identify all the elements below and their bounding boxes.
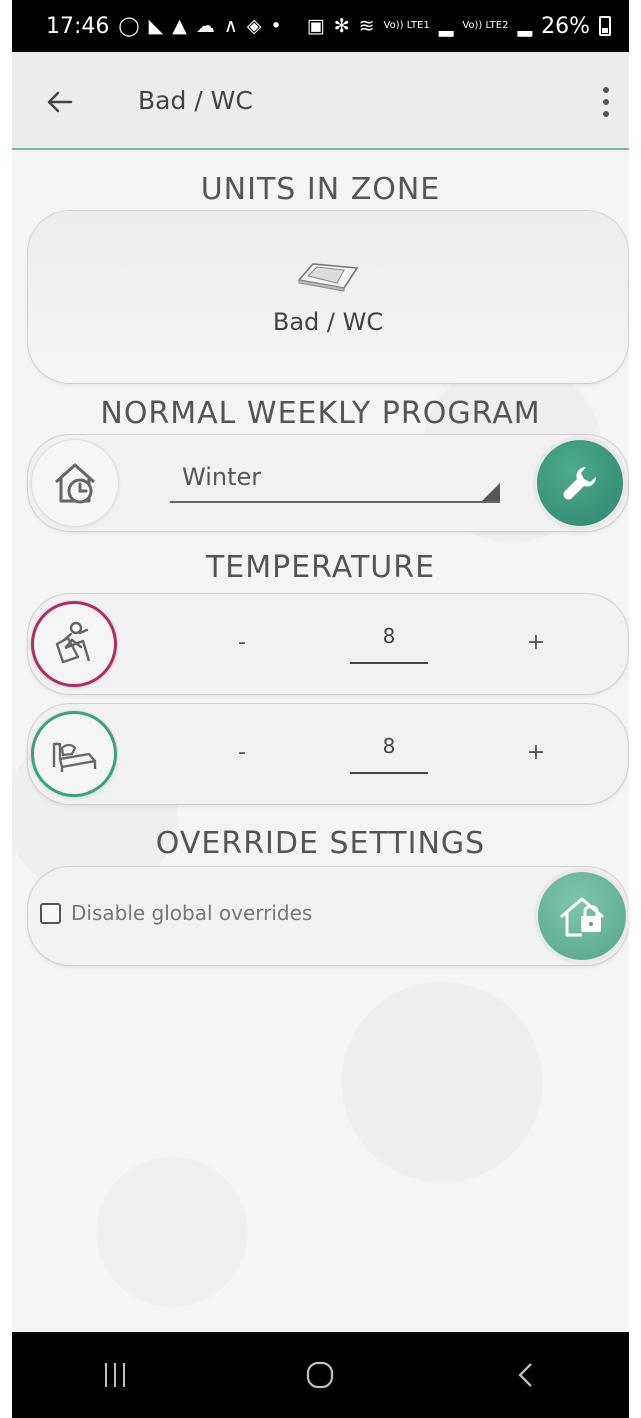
night-temperature-card: - 8 + (28, 704, 628, 804)
layers-icon: ◈ (246, 14, 262, 37)
whatsapp-icon: ◯ (118, 14, 140, 37)
back-button[interactable] (40, 82, 80, 122)
night-temperature-input[interactable]: 8 (350, 730, 428, 774)
unit-label: Bad / WC (272, 308, 384, 336)
bell-icon: ▲ (172, 14, 187, 37)
wrench-icon (563, 467, 596, 500)
app-screen: Bad / WC UNITS IN ZONE Bad / WC NORMAL W… (12, 52, 629, 1332)
status-left: 17:46 ◯ ◣ ▲ ☁ ∧ ◈ • (46, 14, 282, 39)
cloud-icon: ☁ (195, 14, 215, 37)
disable-overrides-row[interactable]: Disable global overrides (40, 901, 312, 925)
page-title: Bad / WC (138, 86, 253, 115)
weekly-program-value: Winter (182, 463, 262, 491)
status-bar: 17:46 ◯ ◣ ▲ ☁ ∧ ◈ • ▣ ✻ ≋ Vo)) LTE1 ▂ Vo… (12, 0, 629, 52)
status-time: 17:46 (46, 13, 110, 39)
battery-percent: 26% (541, 13, 590, 39)
volte1-label: Vo)) LTE1 (383, 20, 430, 31)
bed-icon (52, 742, 97, 772)
comfort-increase-button[interactable]: + (516, 622, 556, 662)
menu-dot-icon (603, 99, 609, 105)
signal-bars-icon: ▂ (517, 14, 533, 37)
dropdown-corner-icon (482, 483, 500, 501)
override-section-title: OVERRIDE SETTINGS (155, 826, 486, 861)
status-right: ▣ ✻ ≋ Vo)) LTE1 ▂ Vo)) LTE2 ▂ 26% (307, 14, 611, 39)
arrow-left-icon (47, 91, 73, 113)
program-section-title: NORMAL WEEKLY PROGRAM (100, 396, 541, 431)
night-icon-circle (31, 711, 117, 797)
program-card: Winter (28, 435, 628, 531)
relax-chair-icon (55, 621, 91, 664)
battery-icon (599, 16, 611, 36)
comfort-temperature-card: - 8 + (28, 594, 628, 694)
signal-wave-icon: ∧ (223, 14, 238, 37)
program-settings-button[interactable] (537, 440, 623, 526)
signal-bars-icon: ▂ (438, 14, 454, 37)
sail-icon: ◣ (148, 14, 164, 37)
bluetooth-icon: ✻ (333, 14, 350, 37)
notification-dot-icon: • (270, 14, 282, 37)
panel-heater-icon (297, 263, 359, 292)
comfort-icon-circle (31, 601, 117, 687)
recent-apps-icon (104, 1363, 125, 1387)
recent-apps-button[interactable] (65, 1345, 165, 1405)
night-decrease-button[interactable]: - (222, 732, 262, 772)
menu-dot-icon (603, 111, 609, 117)
disable-overrides-checkbox[interactable] (40, 902, 61, 924)
weekly-program-select[interactable]: Winter (170, 453, 500, 503)
app-toolbar: Bad / WC (12, 52, 629, 150)
volte2-label: Vo)) LTE2 (462, 20, 509, 31)
back-chevron-icon (518, 1363, 532, 1387)
night-increase-button[interactable]: + (516, 732, 556, 772)
override-lock-button[interactable] (538, 872, 626, 960)
home-icon (307, 1361, 334, 1389)
house-clock-icon (54, 463, 96, 504)
disable-overrides-label: Disable global overrides (71, 901, 313, 925)
battery-saver-icon: ▣ (306, 14, 325, 37)
house-lock-icon (560, 897, 604, 937)
temperature-section-title: TEMPERATURE (205, 550, 436, 585)
units-section-title: UNITS IN ZONE (200, 172, 441, 207)
home-button[interactable] (270, 1345, 370, 1405)
system-navigation-bar (12, 1332, 629, 1418)
unit-card[interactable]: Bad / WC (28, 211, 628, 383)
system-back-button[interactable] (476, 1345, 576, 1405)
comfort-decrease-button[interactable]: - (222, 622, 262, 662)
program-icon-circle (32, 440, 118, 526)
menu-dot-icon (603, 87, 609, 93)
wifi-icon: ≋ (358, 14, 375, 37)
comfort-temperature-input[interactable]: 8 (350, 620, 428, 664)
override-card: Disable global overrides (28, 867, 628, 965)
more-menu-button[interactable] (591, 80, 621, 124)
